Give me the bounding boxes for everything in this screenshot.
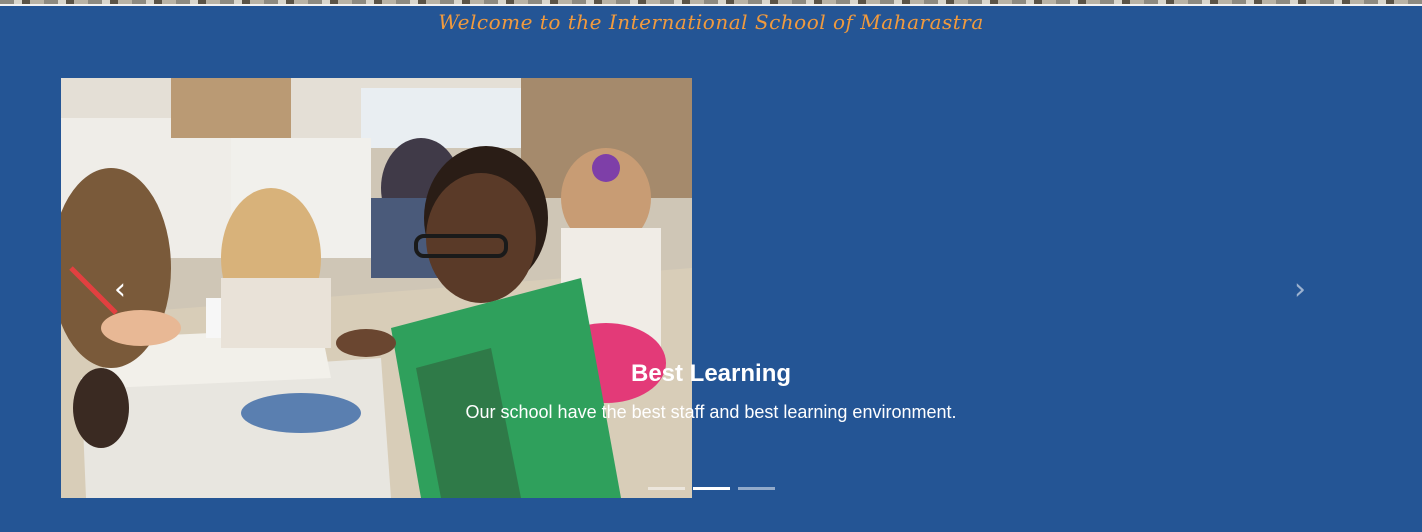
- carousel-indicator-2[interactable]: [693, 487, 730, 490]
- slide-caption-title: Best Learning: [630, 360, 792, 387]
- slide-caption-text: Our school have the best staff and best …: [465, 402, 957, 422]
- carousel-indicators: [648, 487, 775, 490]
- hero-carousel: ‹ › Best Learning Our school have the be…: [0, 0, 1422, 532]
- carousel-prev-arrow-icon[interactable]: ‹: [102, 270, 138, 310]
- carousel-next-arrow-icon[interactable]: ›: [1282, 270, 1318, 310]
- slide-image-classroom: [61, 78, 692, 498]
- carousel-indicator-3[interactable]: [738, 487, 775, 490]
- carousel-indicator-1[interactable]: [648, 487, 685, 490]
